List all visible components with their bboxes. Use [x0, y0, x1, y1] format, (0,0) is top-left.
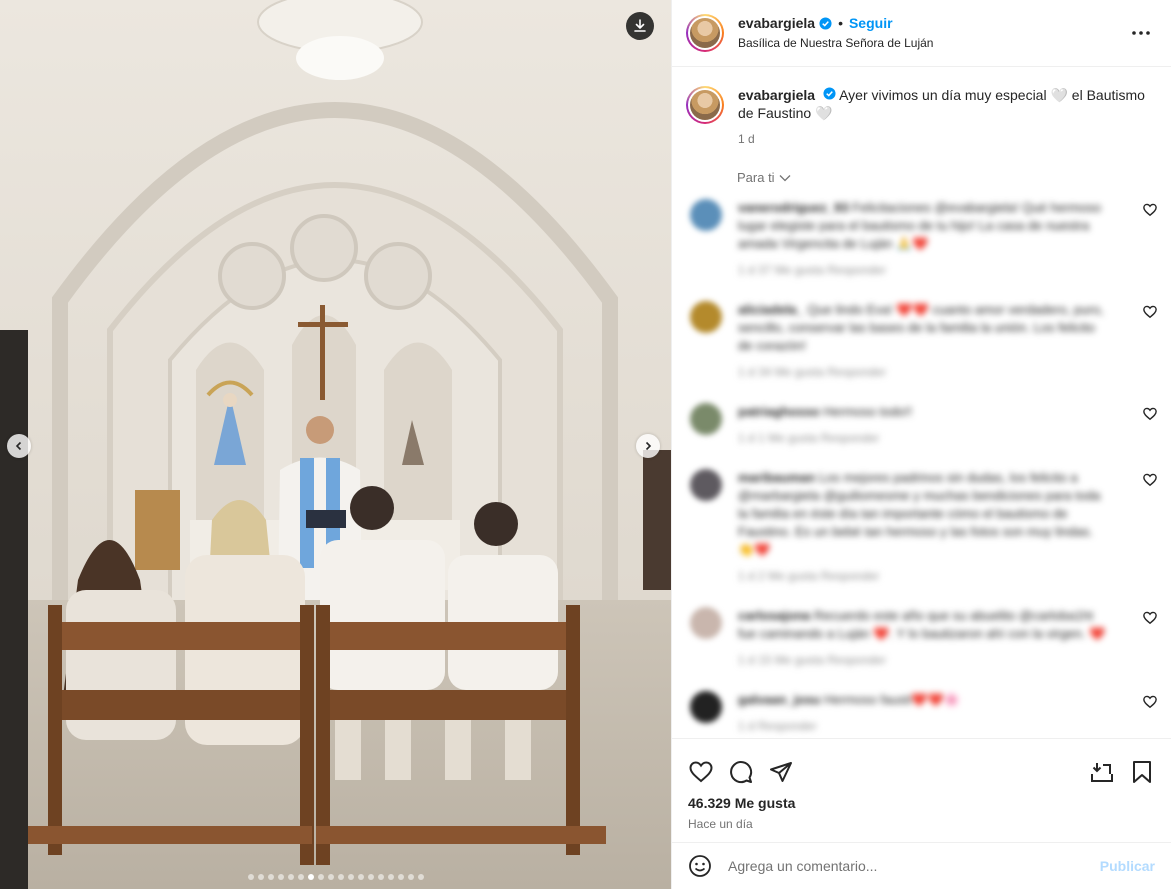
comment-item: carlosajona Recuerdo este año que su abu… [672, 607, 1171, 669]
more-options-icon [1132, 31, 1150, 35]
comment-button[interactable] [728, 759, 754, 785]
comment-like-icon[interactable] [1143, 473, 1157, 487]
comment-input[interactable] [728, 858, 1100, 874]
sort-comments-button[interactable]: Para ti [737, 170, 1171, 185]
bookmark-icon [1133, 761, 1151, 783]
chevron-down-icon [779, 174, 791, 181]
commenter-avatar[interactable] [690, 403, 722, 435]
likes-count[interactable]: 46.329 Me gusta [672, 795, 1171, 811]
like-button[interactable] [688, 759, 714, 785]
carousel-dot [397, 874, 404, 880]
commenter-username[interactable]: vanerodriguez_93 [738, 200, 849, 215]
church-baptism-photo [0, 0, 671, 889]
chevron-left-icon [15, 441, 22, 451]
sort-label: Para ti [737, 170, 775, 185]
comment-like-icon[interactable] [1143, 407, 1157, 421]
commenter-username[interactable]: maribauman [738, 470, 815, 485]
download-icon [634, 19, 646, 32]
carousel-dot [357, 874, 364, 880]
comment-like-icon[interactable] [1143, 305, 1157, 319]
heart-icon [689, 761, 713, 783]
follow-button[interactable]: Seguir [849, 14, 893, 32]
carousel-dot [267, 874, 274, 880]
commenter-username[interactable]: aliciadela_ [738, 302, 804, 317]
carousel-dot [317, 874, 324, 880]
carousel-dot [337, 874, 344, 880]
bookmark-button[interactable] [1129, 759, 1155, 785]
share-button[interactable] [768, 759, 794, 785]
caption-avatar[interactable] [686, 86, 724, 124]
comment-item: maribauman Los mejores padrinos sin duda… [672, 469, 1171, 585]
post-details-panel: evabargiela • Seguir Basílica de Nuestra… [671, 0, 1171, 889]
comment-meta[interactable]: 1 d 1 Me gusta Responder [738, 429, 1108, 447]
post-header: evabargiela • Seguir Basílica de Nuestra… [672, 0, 1171, 67]
verified-badge-icon [823, 87, 836, 100]
comment-item: patriaghosso Hermoso todo!! 1 d 1 Me gus… [672, 403, 1171, 447]
comment-meta[interactable]: 1 d 2 Me gusta Responder [738, 567, 1108, 585]
post-date[interactable]: Hace un día [672, 817, 1171, 831]
carousel-dot [257, 874, 264, 880]
comment-like-icon[interactable] [1143, 203, 1157, 217]
emoji-icon[interactable] [688, 854, 712, 878]
commenter-avatar[interactable] [690, 607, 722, 639]
carousel-dot [367, 874, 374, 880]
comment-text: Hermoso todo!! [823, 404, 913, 419]
comment-item: aliciadela_ Que lindo Eva! ❤️❤️ cuanto a… [672, 301, 1171, 381]
comment-meta[interactable]: 1 d 37 Me gusta Responder [738, 261, 1108, 279]
commenter-avatar[interactable] [690, 469, 722, 501]
more-options-button[interactable] [1129, 21, 1153, 45]
author-avatar[interactable] [686, 14, 724, 52]
comment-item: galvaan_josu Hermoso fausti❤️❤️🌸 1 d Res… [672, 691, 1171, 735]
publish-button[interactable]: Publicar [1100, 858, 1155, 874]
download-button[interactable] [626, 12, 654, 40]
comments-list[interactable]: evabargiela Ayer vivimos un día muy espe… [672, 68, 1171, 738]
add-comment-bar: Publicar [672, 842, 1171, 889]
comment-item: vanerodriguez_93 Felicitaciones @evabarg… [672, 199, 1171, 279]
commenter-username[interactable]: galvaan_josu [738, 692, 820, 707]
carousel-dot [277, 874, 284, 880]
carousel-dot [327, 874, 334, 880]
carousel-dot [297, 874, 304, 880]
carousel-indicator [0, 874, 671, 880]
commenter-username[interactable]: carlosajona [738, 608, 810, 623]
carousel-prev-button[interactable] [7, 434, 31, 458]
separator: • [838, 15, 843, 31]
save-to-collection-button[interactable] [1089, 759, 1115, 785]
carousel-dot [407, 874, 414, 880]
comment-meta[interactable]: 1 d 15 Me gusta Responder [738, 651, 1108, 669]
comment-icon [730, 761, 753, 784]
post-actions: 46.329 Me gusta Hace un día [672, 738, 1171, 841]
carousel-dot [247, 874, 254, 880]
comment-like-icon[interactable] [1143, 611, 1157, 625]
carousel-dot [377, 874, 384, 880]
caption-timestamp[interactable]: 1 d [738, 130, 1157, 148]
post-location[interactable]: Basílica de Nuestra Señora de Luján [738, 34, 1129, 52]
carousel-dot [417, 874, 424, 880]
commenter-avatar[interactable] [690, 199, 722, 231]
save-to-collection-icon [1091, 763, 1113, 782]
share-icon [770, 762, 792, 782]
chevron-right-icon [645, 441, 652, 451]
post-caption: evabargiela Ayer vivimos un día muy espe… [672, 68, 1171, 148]
carousel-dot [287, 874, 294, 880]
comment-like-icon[interactable] [1143, 695, 1157, 709]
commenter-avatar[interactable] [690, 691, 722, 723]
carousel-next-button[interactable] [636, 434, 660, 458]
carousel-dot [387, 874, 394, 880]
carousel-dot [347, 874, 354, 880]
commenter-username[interactable]: patriaghosso [738, 404, 820, 419]
author-username[interactable]: evabargiela [738, 14, 815, 32]
post-photo [0, 0, 671, 889]
comment-meta[interactable]: 1 d Responder [738, 717, 1108, 735]
verified-badge-icon [819, 16, 832, 30]
commenter-avatar[interactable] [690, 301, 722, 333]
comment-text: Hermoso fausti❤️❤️🌸 [824, 692, 960, 707]
comment-meta[interactable]: 1 d 34 Me gusta Responder [738, 363, 1108, 381]
carousel-dot [307, 874, 314, 880]
caption-username[interactable]: evabargiela [738, 87, 815, 103]
